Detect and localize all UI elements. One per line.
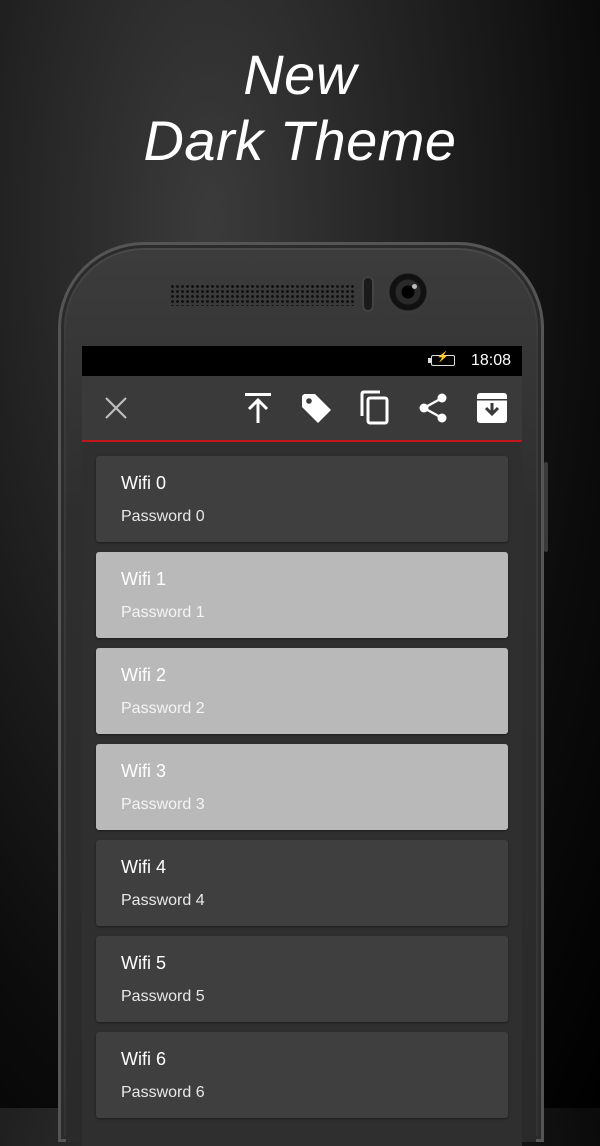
wifi-password: Password 4 (121, 892, 205, 909)
promo-headline: New Dark Theme (0, 42, 600, 174)
headline-line-1: New (243, 43, 357, 106)
wifi-name: Wifi 0 (121, 473, 166, 493)
wifi-list: Wifi 0 Password 0 Wifi 1 Password 1 Wifi… (82, 442, 522, 1118)
share-icon[interactable] (411, 376, 455, 440)
wifi-list-item-selected[interactable]: Wifi 2 Password 2 (96, 648, 508, 734)
wifi-list-item[interactable]: Wifi 4 Password 4 (96, 840, 508, 926)
front-camera-icon (386, 270, 430, 314)
wifi-list-item[interactable]: Wifi 5 Password 5 (96, 936, 508, 1022)
action-toolbar (82, 376, 522, 442)
side-button (544, 462, 548, 552)
wifi-password: Password 6 (121, 1084, 205, 1101)
wifi-name: Wifi 5 (121, 953, 166, 973)
wifi-list-item[interactable]: Wifi 0 Password 0 (96, 456, 508, 542)
wifi-list-item-selected[interactable]: Wifi 3 Password 3 (96, 744, 508, 830)
app-screen: ⚡ 18:08 Wifi 0 Password 0 Wifi 1 Passwor… (82, 346, 522, 1146)
battery-charging-icon: ⚡ (428, 352, 455, 366)
wifi-name: Wifi 2 (121, 665, 166, 685)
status-bar: ⚡ 18:08 (82, 346, 522, 376)
wifi-password: Password 0 (121, 508, 205, 525)
tag-icon[interactable] (294, 376, 338, 440)
archive-icon[interactable] (470, 376, 514, 440)
wifi-name: Wifi 4 (121, 857, 166, 877)
headline-line-2: Dark Theme (143, 109, 457, 172)
wifi-list-item-selected[interactable]: Wifi 1 Password 1 (96, 552, 508, 638)
wifi-name: Wifi 6 (121, 1049, 166, 1069)
close-icon[interactable] (94, 376, 138, 440)
wifi-list-item[interactable]: Wifi 6 Password 6 (96, 1032, 508, 1118)
status-time: 18:08 (470, 352, 511, 369)
move-to-top-icon[interactable] (236, 376, 280, 440)
wifi-password: Password 1 (121, 604, 205, 621)
wifi-password: Password 5 (121, 988, 205, 1005)
wifi-password: Password 3 (121, 796, 205, 813)
proximity-sensor (362, 276, 374, 312)
earpiece-speaker (170, 284, 354, 306)
wifi-password: Password 2 (121, 700, 205, 717)
copy-icon[interactable] (352, 376, 396, 440)
wifi-name: Wifi 3 (121, 761, 166, 781)
wifi-name: Wifi 1 (121, 569, 166, 589)
